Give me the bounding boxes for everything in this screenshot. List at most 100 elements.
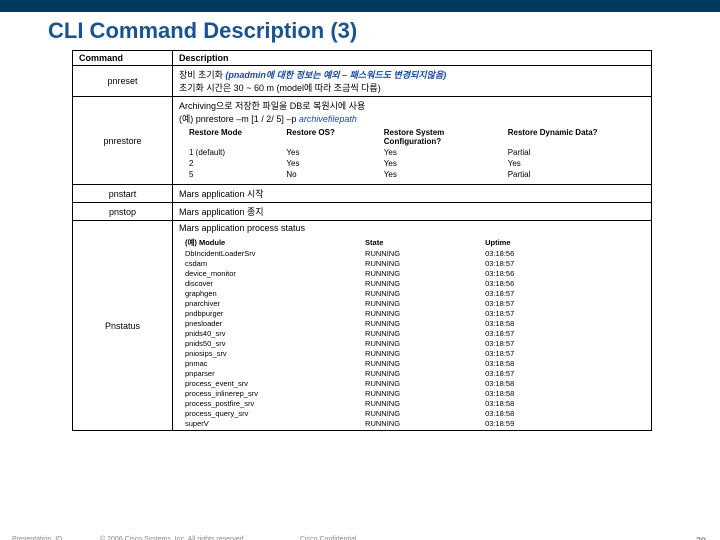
p8m: pnids40_srv <box>183 328 363 338</box>
p2u: 03:18:56 <box>483 268 612 278</box>
cmd-pnreset: pnreset <box>73 66 173 97</box>
p8s: RUNNING <box>363 328 483 338</box>
rs-r1c3: Yes <box>504 158 628 169</box>
col-command: Command <box>73 51 173 66</box>
p5s: RUNNING <box>363 298 483 308</box>
rs-h3: Restore System Configuration? <box>380 127 504 147</box>
p1m: csdam <box>183 258 363 268</box>
p11m: pnmac <box>183 358 363 368</box>
pnrestore-line1: Archiving으로 저장한 파일을 DB로 복원시에 사용 <box>179 101 365 111</box>
rs-r2c2: Yes <box>380 169 504 180</box>
restore-subtable: Restore Mode Restore OS? Restore System … <box>185 127 628 180</box>
rs-r1c1: Yes <box>282 158 379 169</box>
p15m: process_postfire_srv <box>183 398 363 408</box>
p14s: RUNNING <box>363 388 483 398</box>
rs-h2: Restore OS? <box>282 127 379 147</box>
p12m: pnparser <box>183 368 363 378</box>
page-title: CLI Command Description (3) <box>0 12 720 50</box>
p6m: pndbpurger <box>183 308 363 318</box>
row-pnstop: pnstop Mars application 종지 <box>73 203 652 221</box>
p9s: RUNNING <box>363 338 483 348</box>
process-list: (예) Module State Uptime DbIncidentLoader… <box>183 236 612 428</box>
cmd-pnstatus: Pnstatus <box>73 221 173 431</box>
rs-r2c1: No <box>282 169 379 180</box>
p4u: 03:18:57 <box>483 288 612 298</box>
ph-state: State <box>363 236 483 248</box>
row-pnstart: pnstart Mars application 시작 <box>73 185 652 203</box>
rs-r1c2: Yes <box>380 158 504 169</box>
top-band <box>0 0 720 12</box>
cmd-pnstop: pnstop <box>73 203 173 221</box>
p16m: process_query_srv <box>183 408 363 418</box>
p7m: pnesloader <box>183 318 363 328</box>
p6u: 03:18:57 <box>483 308 612 318</box>
p0u: 03:18:56 <box>483 248 612 258</box>
p12s: RUNNING <box>363 368 483 378</box>
pnreset-line2: 초기화 시간은 30 ~ 60 m (model에 따라 조금씩 다름) <box>179 83 381 93</box>
p3u: 03:18:56 <box>483 278 612 288</box>
p16u: 03:18:58 <box>483 408 612 418</box>
rs-r0c2: Yes <box>380 147 504 158</box>
p4m: graphgen <box>183 288 363 298</box>
rs-r0c1: Yes <box>282 147 379 158</box>
rs-r2c3: Partial <box>504 169 628 180</box>
p2m: device_monitor <box>183 268 363 278</box>
rs-r1c0: 2 <box>185 158 282 169</box>
p5u: 03:18:57 <box>483 298 612 308</box>
p0m: DbIncidentLoaderSrv <box>183 248 363 258</box>
p3s: RUNNING <box>363 278 483 288</box>
command-table: Command Description pnreset 장비 초기화 (pnad… <box>72 50 652 431</box>
p11u: 03:18:58 <box>483 358 612 368</box>
p6s: RUNNING <box>363 308 483 318</box>
pnstatus-title: Mars application process status <box>179 223 645 233</box>
rs-h4: Restore Dynamic Data? <box>504 127 628 147</box>
row-pnstatus: Pnstatus Mars application process status… <box>73 221 652 431</box>
pnreset-line1b: (pnadmin에 대한 정보는 예외 – 패스워드도 변경되지않음) <box>225 70 446 80</box>
p10u: 03:18:57 <box>483 348 612 358</box>
p0s: RUNNING <box>363 248 483 258</box>
row-pnreset: pnreset 장비 초기화 (pnadmin에 대한 정보는 예외 – 패스워… <box>73 66 652 97</box>
row-pnrestore: pnrestore Archiving으로 저장한 파일을 DB로 복원시에 사… <box>73 97 652 185</box>
p14m: process_inlinerep_srv <box>183 388 363 398</box>
p17u: 03:18:59 <box>483 418 612 428</box>
p15s: RUNNING <box>363 398 483 408</box>
pnrestore-line2b: archivefilepath <box>299 114 357 124</box>
rs-r2c0: 5 <box>185 169 282 180</box>
p16s: RUNNING <box>363 408 483 418</box>
p10m: pniosips_srv <box>183 348 363 358</box>
footer-page: 79 <box>696 536 706 540</box>
p9m: pnids50_srv <box>183 338 363 348</box>
p8u: 03:18:57 <box>483 328 612 338</box>
footer-presentation-id: Presentation_ID <box>12 536 62 540</box>
desc-pnstart: Mars application 시작 <box>173 185 652 203</box>
p17m: superV <box>183 418 363 428</box>
p13s: RUNNING <box>363 378 483 388</box>
p3m: discover <box>183 278 363 288</box>
p13u: 03:18:58 <box>483 378 612 388</box>
ph-uptime: Uptime <box>483 236 612 248</box>
col-description: Description <box>173 51 652 66</box>
p10s: RUNNING <box>363 348 483 358</box>
p5m: pnarchiver <box>183 298 363 308</box>
rs-h1: Restore Mode <box>185 127 282 147</box>
p13m: process_event_srv <box>183 378 363 388</box>
p2s: RUNNING <box>363 268 483 278</box>
p14u: 03:18:58 <box>483 388 612 398</box>
p7s: RUNNING <box>363 318 483 328</box>
ph-module: (예) Module <box>183 236 363 248</box>
footer-confidential: Cisco Confidential <box>300 536 356 540</box>
pnrestore-line2a: (예) pnrestore –m [1 / 2/ 5] –p <box>179 114 299 124</box>
p7u: 03:18:58 <box>483 318 612 328</box>
p4s: RUNNING <box>363 288 483 298</box>
p12u: 03:18:57 <box>483 368 612 378</box>
rs-r0c3: Partial <box>504 147 628 158</box>
p9u: 03:18:57 <box>483 338 612 348</box>
cmd-pnstart: pnstart <box>73 185 173 203</box>
pnreset-line1a: 장비 초기화 <box>179 70 225 80</box>
desc-pnstop: Mars application 종지 <box>173 203 652 221</box>
p15u: 03:18:58 <box>483 398 612 408</box>
footer-copyright: © 2006 Cisco Systems, Inc. All rights re… <box>100 536 246 540</box>
p17s: RUNNING <box>363 418 483 428</box>
p1s: RUNNING <box>363 258 483 268</box>
p1u: 03:18:57 <box>483 258 612 268</box>
